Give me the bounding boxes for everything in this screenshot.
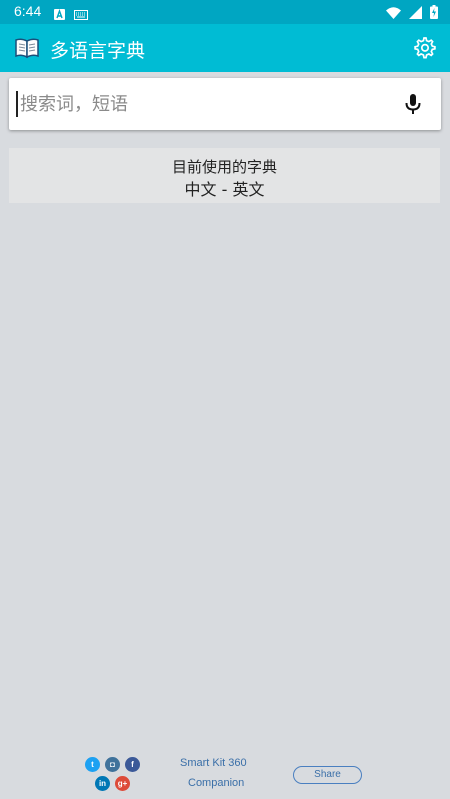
share-button[interactable]: Share [293, 766, 362, 784]
twitter-icon[interactable]: t [85, 757, 100, 772]
signal-icon [409, 4, 422, 23]
microphone-icon[interactable] [401, 92, 425, 116]
instagram-icon[interactable]: ◘ [105, 757, 120, 772]
wifi-icon [386, 4, 401, 23]
text-cursor [16, 91, 18, 117]
gear-icon[interactable] [412, 36, 436, 60]
current-dictionary-value: 中文 - 英文 [184, 180, 265, 199]
search-input[interactable] [20, 78, 380, 130]
footer: t ◘ f in g+ Smart Kit 360 Companion Shar… [0, 750, 450, 799]
google-plus-icon[interactable]: g+ [115, 776, 130, 791]
status-bar: 6:44 [0, 0, 450, 24]
status-time: 6:44 [14, 3, 42, 19]
app-title: 多语言字典 [50, 41, 146, 62]
brand-name[interactable]: Smart Kit 360 [180, 757, 247, 769]
linkedin-icon[interactable]: in [95, 776, 110, 791]
search-bar [9, 78, 441, 130]
facebook-icon[interactable]: f [125, 757, 140, 772]
battery-charging-icon [430, 4, 438, 23]
app-bar: 多语言字典 [0, 24, 450, 72]
current-dictionary-title: 目前使用的字典 [171, 158, 277, 176]
a-notification-icon [54, 5, 65, 24]
book-icon [15, 36, 39, 60]
brand-subtitle[interactable]: Companion [188, 777, 244, 789]
current-dictionary-panel[interactable]: 目前使用的字典 中文 - 英文 [9, 148, 440, 203]
keyboard-icon [74, 5, 88, 24]
